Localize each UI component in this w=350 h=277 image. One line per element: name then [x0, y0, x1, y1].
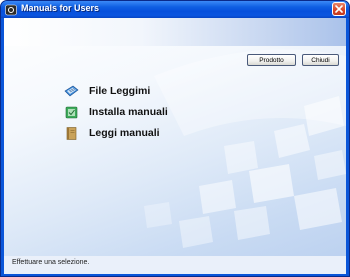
status-text: Effettuare una selezione.	[12, 259, 90, 266]
title-bar[interactable]: Manuals for Users	[1, 1, 349, 18]
menu-item-readme[interactable]: File Leggimi	[64, 83, 150, 99]
header-band	[4, 18, 346, 46]
app-icon	[5, 3, 17, 16]
close-button[interactable]: Chiudi	[302, 54, 339, 66]
background-papers-illustration	[144, 49, 346, 248]
menu-item-read-manuals[interactable]: Leggi manuali	[64, 125, 160, 141]
client-area: Prodotto Chiudi File Leggimi Installa ma…	[4, 18, 346, 274]
product-button[interactable]: Prodotto	[247, 54, 296, 66]
status-bar: Effettuare una selezione.	[4, 256, 346, 274]
menu-item-label: Leggi manuali	[89, 127, 160, 139]
menu-item-label: File Leggimi	[89, 85, 151, 97]
menu-item-label: Installa manuali	[89, 106, 168, 118]
menu-item-install-manuals[interactable]: Installa manuali	[64, 104, 168, 120]
readme-file-icon	[64, 85, 79, 96]
book-icon	[66, 126, 77, 140]
window-title: Manuals for Users	[21, 3, 100, 13]
close-window-button[interactable]	[332, 2, 346, 16]
close-icon	[335, 5, 343, 13]
install-manuals-icon	[65, 106, 78, 118]
application-window: Manuals for Users Prodotto Chiudi File L…	[0, 0, 350, 277]
